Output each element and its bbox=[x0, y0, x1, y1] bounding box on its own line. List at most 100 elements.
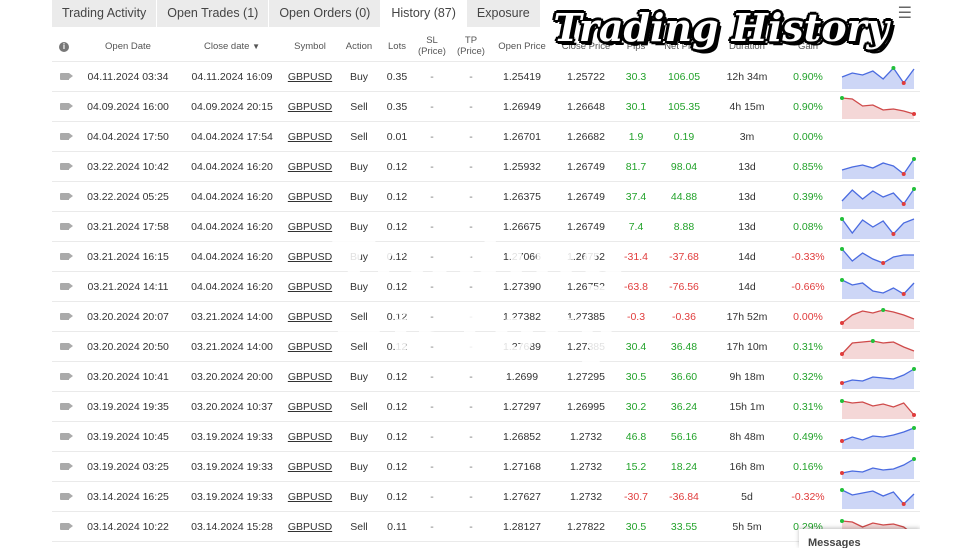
col-close-date[interactable]: Close date ▼ bbox=[180, 31, 284, 62]
col-duration[interactable]: Duration bbox=[714, 31, 780, 62]
col-lots[interactable]: Lots bbox=[382, 31, 412, 62]
tag-icon[interactable] bbox=[59, 252, 73, 260]
table-row[interactable]: 03.20.2024 20:50 03.21.2024 14:00 GBPUSD Se… bbox=[52, 331, 920, 362]
col-symbol[interactable]: Symbol bbox=[284, 31, 336, 62]
tag-icon[interactable] bbox=[59, 72, 73, 80]
tag-cell[interactable] bbox=[52, 451, 76, 482]
tab-open-orders[interactable]: Open Orders (0) bbox=[269, 0, 382, 27]
cell-net-profit: 106.05 bbox=[654, 61, 714, 92]
table-row[interactable]: 03.21.2024 17:58 04.04.2024 16:20 GBPUSD Bu… bbox=[52, 211, 920, 242]
col-pips[interactable]: Pips bbox=[618, 31, 654, 62]
cell-symbol[interactable]: GBPUSD bbox=[284, 481, 336, 512]
tag-cell[interactable] bbox=[52, 211, 76, 242]
tag-icon[interactable] bbox=[59, 222, 73, 230]
col-net-profit[interactable]: Net Profit bbox=[654, 31, 714, 62]
cell-action: Sell bbox=[336, 301, 382, 332]
cell-symbol[interactable]: GBPUSD bbox=[284, 331, 336, 362]
tag-cell[interactable] bbox=[52, 481, 76, 512]
table-row[interactable]: 04.09.2024 16:00 04.09.2024 20:15 GBPUSD Se… bbox=[52, 91, 920, 122]
table-row[interactable]: 03.14.2024 10:22 03.14.2024 15:28 GBPUSD Se… bbox=[52, 511, 920, 542]
messages-panel[interactable]: Messages bbox=[799, 529, 920, 548]
tab-trading-activity[interactable]: Trading Activity bbox=[52, 0, 158, 27]
cell-symbol[interactable]: GBPUSD bbox=[284, 241, 336, 272]
tag-icon[interactable] bbox=[59, 372, 73, 380]
info-icon[interactable]: i bbox=[873, 41, 883, 52]
tag-cell[interactable] bbox=[52, 181, 76, 212]
tab-open-trades[interactable]: Open Trades (1) bbox=[157, 0, 270, 27]
tab-exposure[interactable]: Exposure bbox=[466, 0, 541, 27]
tag-icon[interactable] bbox=[59, 312, 73, 320]
tag-icon[interactable] bbox=[59, 132, 73, 140]
col-close-price[interactable]: Close Price bbox=[554, 31, 618, 62]
tag-icon[interactable] bbox=[59, 402, 73, 410]
cell-close-date: 04.04.2024 16:20 bbox=[180, 241, 284, 272]
cell-symbol[interactable]: GBPUSD bbox=[284, 511, 336, 542]
col-gain[interactable]: Gain bbox=[780, 31, 836, 62]
tag-icon[interactable] bbox=[59, 282, 73, 290]
cell-symbol[interactable]: GBPUSD bbox=[284, 271, 336, 302]
cell-symbol[interactable]: GBPUSD bbox=[284, 181, 336, 212]
col-tp[interactable]: TP (Price) bbox=[452, 31, 490, 62]
cell-symbol[interactable]: GBPUSD bbox=[284, 121, 336, 152]
tag-cell[interactable] bbox=[52, 331, 76, 362]
table-row[interactable]: 03.22.2024 10:42 04.04.2024 16:20 GBPUSD Bu… bbox=[52, 151, 920, 182]
tag-cell[interactable] bbox=[52, 241, 76, 272]
tag-icon[interactable] bbox=[59, 192, 73, 200]
tag-icon[interactable] bbox=[59, 462, 73, 470]
col-open-price[interactable]: Open Price bbox=[490, 31, 554, 62]
table-row[interactable]: 03.20.2024 20:07 03.21.2024 14:00 GBPUSD Se… bbox=[52, 301, 920, 332]
table-row[interactable]: 03.21.2024 16:15 04.04.2024 16:20 GBPUSD Bu… bbox=[52, 241, 920, 272]
col-sl[interactable]: SL (Price) bbox=[412, 31, 452, 62]
table-row[interactable]: 04.04.2024 17:50 04.04.2024 17:54 GBPUSD Se… bbox=[52, 121, 920, 152]
tag-cell[interactable] bbox=[52, 541, 76, 548]
cell-close-date: 03.21.2024 14:00 bbox=[180, 301, 284, 332]
cell-action: Buy bbox=[336, 61, 382, 92]
tag-cell[interactable] bbox=[52, 91, 76, 122]
table-row[interactable]: 03.14.2024 16:25 03.19.2024 19:33 GBPUSD Bu… bbox=[52, 481, 920, 512]
tag-cell[interactable] bbox=[52, 121, 76, 152]
tag-cell[interactable] bbox=[52, 361, 76, 392]
table-row[interactable]: 03.22.2024 05:25 04.04.2024 16:20 GBPUSD Bu… bbox=[52, 181, 920, 212]
table-row[interactable]: 03.19.2024 19:35 03.20.2024 10:37 GBPUSD Se… bbox=[52, 391, 920, 422]
col-action[interactable]: Action bbox=[336, 31, 382, 62]
tag-cell[interactable] bbox=[52, 151, 76, 182]
tag-icon[interactable] bbox=[59, 162, 73, 170]
cell-action: Sell bbox=[336, 391, 382, 422]
table-row[interactable]: 03.21.2024 14:11 04.04.2024 16:20 GBPUSD Bu… bbox=[52, 271, 920, 302]
cell-open-date: 03.19.2024 19:35 bbox=[76, 391, 180, 422]
cell-symbol[interactable]: GBPUSD bbox=[284, 451, 336, 482]
cell-gain: 0.08% bbox=[780, 211, 836, 242]
table-row[interactable]: 03.19.2024 03:25 03.19.2024 19:33 GBPUSD Bu… bbox=[52, 451, 920, 482]
tag-cell[interactable] bbox=[52, 271, 76, 302]
table-row[interactable]: 03.19.2024 10:45 03.19.2024 19:33 GBPUSD Bu… bbox=[52, 421, 920, 452]
tag-cell[interactable] bbox=[52, 421, 76, 452]
cell-pips: -31.4 bbox=[618, 241, 654, 272]
tab-history[interactable]: History (87) bbox=[381, 0, 467, 27]
cell-pips: -30.7 bbox=[618, 481, 654, 512]
tag-icon[interactable] bbox=[59, 522, 73, 530]
tag-cell[interactable] bbox=[52, 61, 76, 92]
cell-symbol[interactable]: GBPUSD bbox=[284, 361, 336, 392]
cell-symbol[interactable]: GBPUSD bbox=[284, 391, 336, 422]
cell-symbol[interactable]: GBPUSD bbox=[284, 421, 336, 452]
cell-symbol[interactable]: GBPUSD bbox=[284, 91, 336, 122]
sparkline-chart bbox=[840, 425, 916, 449]
sliders-icon[interactable]: ☰ bbox=[898, 3, 912, 23]
tag-cell[interactable] bbox=[52, 511, 76, 542]
tag-icon[interactable] bbox=[59, 432, 73, 440]
cell-symbol[interactable]: GBPUSD bbox=[284, 301, 336, 332]
table-row[interactable]: 03.20.2024 10:41 03.20.2024 20:00 GBPUSD Bu… bbox=[52, 361, 920, 392]
tag-cell[interactable] bbox=[52, 301, 76, 332]
cell-symbol[interactable]: GBPUSD bbox=[284, 541, 336, 548]
info-icon[interactable]: i bbox=[59, 41, 69, 52]
col-open-date[interactable]: Open Date bbox=[76, 31, 180, 62]
table-row[interactable]: 03.12.2024 10:3603.14.2024 10:20GBPUSDBu… bbox=[52, 541, 920, 548]
cell-symbol[interactable]: GBPUSD bbox=[284, 61, 336, 92]
tag-icon[interactable] bbox=[59, 492, 73, 500]
cell-symbol[interactable]: GBPUSD bbox=[284, 151, 336, 182]
cell-symbol[interactable]: GBPUSD bbox=[284, 211, 336, 242]
table-row[interactable]: 04.11.2024 03:34 04.11.2024 16:09 GBPUSD Bu… bbox=[52, 61, 920, 92]
tag-cell[interactable] bbox=[52, 391, 76, 422]
tag-icon[interactable] bbox=[59, 342, 73, 350]
tag-icon[interactable] bbox=[59, 102, 73, 110]
